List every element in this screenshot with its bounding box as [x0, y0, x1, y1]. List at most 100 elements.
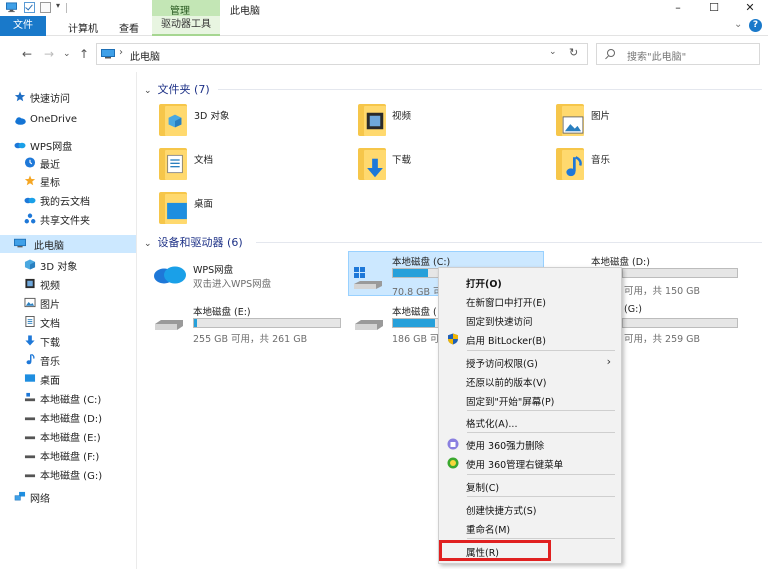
- menu-item-rename[interactable]: 重命名(M): [439, 519, 621, 537]
- drive-icon: [24, 455, 36, 459]
- sidebar-item-this-pc[interactable]: 此电脑: [0, 235, 136, 253]
- folder-label: 图片: [591, 111, 611, 122]
- cube-icon: [168, 114, 182, 128]
- collapse-chevron-icon[interactable]: ⌄: [144, 239, 152, 249]
- sidebar-item-drive-d[interactable]: 本地磁盘 (D:): [24, 408, 124, 426]
- folder-3d-objects[interactable]: [159, 104, 187, 136]
- devices-group-header[interactable]: ⌄ 设备和驱动器 (6): [144, 234, 243, 250]
- sidebar-item-desktop[interactable]: 桌面: [24, 370, 124, 388]
- sidebar-item-shared-folder[interactable]: 共享文件夹: [24, 210, 124, 228]
- address-dropdown-icon[interactable]: ⌄: [549, 47, 557, 57]
- menu-separator: [467, 432, 615, 433]
- wps-cloud-name[interactable]: WPS网盘: [193, 262, 233, 276]
- sidebar-item-documents[interactable]: 文档: [24, 313, 124, 331]
- sidebar-item-music[interactable]: 音乐: [24, 351, 124, 369]
- folder-downloads[interactable]: [358, 148, 386, 180]
- forward-button[interactable]: →: [44, 47, 54, 61]
- tab-drive-tools[interactable]: 驱动器工具: [152, 16, 220, 36]
- close-button[interactable]: ✕: [732, 0, 768, 16]
- drive-icon[interactable]: [153, 318, 185, 332]
- menu-item-360-force-delete[interactable]: 使用 360强力删除: [439, 435, 621, 453]
- sidebar-item-3d-objects[interactable]: 3D 对象: [24, 256, 124, 274]
- tab-file[interactable]: 文件: [0, 16, 46, 36]
- collapse-chevron-icon[interactable]: ⌄: [144, 86, 152, 96]
- sidebar-item-recent[interactable]: 最近: [24, 154, 124, 172]
- folder-documents[interactable]: [159, 148, 187, 180]
- menu-item-pin-quick-access[interactable]: 固定到快速访问: [439, 311, 621, 329]
- recent-locations-button[interactable]: ⌄: [63, 49, 71, 59]
- sidebar-item-drive-e[interactable]: 本地磁盘 (E:): [24, 427, 124, 445]
- picture-icon: [24, 297, 36, 308]
- drive-icon: [24, 436, 36, 440]
- new-folder-icon[interactable]: [40, 2, 51, 13]
- sidebar-item-network[interactable]: 网络: [14, 488, 124, 506]
- wps-cloud-subtitle: 双击进入WPS网盘: [193, 279, 272, 290]
- folder-label: 下载: [392, 155, 412, 166]
- folders-group-header[interactable]: ⌄ 文件夹 (7): [144, 81, 210, 97]
- sidebar-item-drive-c[interactable]: 本地磁盘 (C:): [24, 389, 124, 407]
- sidebar-item-drive-g[interactable]: 本地磁盘 (G:): [24, 465, 124, 483]
- properties-icon[interactable]: [24, 2, 35, 13]
- address-bar[interactable]: › 此电脑 ⌄ ↻: [96, 43, 588, 65]
- sidebar-item-pictures[interactable]: 图片: [24, 294, 124, 312]
- context-menu: 打开(O) 在新窗口中打开(E) 固定到快速访问 启用 BitLocker(B)…: [438, 267, 622, 564]
- download-icon: [367, 158, 383, 178]
- clock-icon: [24, 157, 36, 168]
- sidebar-item-quick-access[interactable]: 快速访问: [14, 88, 124, 106]
- menu-item-create-shortcut[interactable]: 创建快捷方式(S): [439, 500, 621, 518]
- drive-icon[interactable]: [353, 318, 385, 332]
- menu-item-format[interactable]: 格式化(A)...: [439, 413, 621, 431]
- search-box[interactable]: 搜索"此电脑": [596, 43, 760, 65]
- folder-music[interactable]: [556, 148, 584, 180]
- menu-item-copy[interactable]: 复制(C): [439, 477, 621, 495]
- sidebar-item-downloads[interactable]: 下载: [24, 332, 124, 350]
- tab-view[interactable]: 查看: [119, 20, 139, 35]
- search-icon: [607, 49, 615, 57]
- menu-item-bitlocker[interactable]: 启用 BitLocker(B): [439, 330, 621, 348]
- refresh-button[interactable]: ↻: [569, 46, 578, 59]
- menu-item-open[interactable]: 打开(O): [439, 273, 621, 291]
- drive-space-info: 70.8 GB 可: [392, 287, 443, 298]
- search-placeholder[interactable]: 搜索"此电脑": [627, 48, 686, 63]
- toolbar-divider: [66, 3, 67, 13]
- customize-toolbar-icon[interactable]: ▾: [56, 1, 60, 10]
- sidebar-item-drive-f[interactable]: 本地磁盘 (F:): [24, 446, 124, 464]
- sidebar-item-onedrive[interactable]: OneDrive: [14, 112, 124, 130]
- sidebar-item-videos[interactable]: 视频: [24, 275, 124, 293]
- sidebar-item-starred[interactable]: 星标: [24, 172, 124, 190]
- wps-cloud-icon[interactable]: [153, 262, 187, 284]
- minimize-button[interactable]: –: [660, 0, 696, 16]
- menu-item-open-new-window[interactable]: 在新窗口中打开(E): [439, 292, 621, 310]
- submenu-arrow-icon: ›: [606, 355, 611, 368]
- maximize-button[interactable]: ☐: [696, 0, 732, 16]
- folder-label: 文档: [194, 155, 214, 166]
- picture-icon: [562, 116, 584, 134]
- folder-pictures[interactable]: [556, 104, 584, 136]
- ribbon-tabs: 文件 计算机 查看 驱动器工具 ⌄ ?: [0, 16, 768, 36]
- menu-item-restore-versions[interactable]: 还原以前的版本(V): [439, 372, 621, 390]
- menu-item-360-manage-menu[interactable]: 使用 360管理右键菜单: [439, 454, 621, 472]
- menu-item-pin-start[interactable]: 固定到"开始"屏幕(P): [439, 391, 621, 409]
- up-button[interactable]: ↑: [79, 47, 89, 61]
- help-icon[interactable]: ?: [749, 19, 762, 32]
- menu-separator: [467, 410, 615, 411]
- sidebar-item-cloud-docs[interactable]: 我的云文档: [24, 191, 124, 209]
- menu-separator: [467, 538, 615, 539]
- sidebar-item-wps-cloud[interactable]: WPS网盘: [14, 136, 124, 154]
- drive-name: 本地磁盘 (: [392, 307, 437, 318]
- breadcrumb-this-pc[interactable]: 此电脑: [130, 48, 160, 63]
- properties-highlight-box: [439, 540, 551, 561]
- video-icon: [25, 278, 35, 289]
- video-icon: [366, 112, 384, 130]
- folder-videos[interactable]: [358, 104, 386, 136]
- tab-computer[interactable]: 计算机: [68, 20, 98, 35]
- shield-icon: [448, 333, 458, 345]
- network-icon: [14, 491, 26, 501]
- menu-item-grant-access[interactable]: 授予访问权限(G) ›: [439, 353, 621, 371]
- wps-cloud-icon: [14, 142, 26, 149]
- computer-icon[interactable]: [6, 2, 17, 13]
- back-button[interactable]: ←: [22, 47, 32, 61]
- folder-label: 音乐: [591, 155, 611, 166]
- folder-desktop[interactable]: [159, 192, 187, 224]
- expand-ribbon-icon[interactable]: ⌄: [734, 19, 742, 30]
